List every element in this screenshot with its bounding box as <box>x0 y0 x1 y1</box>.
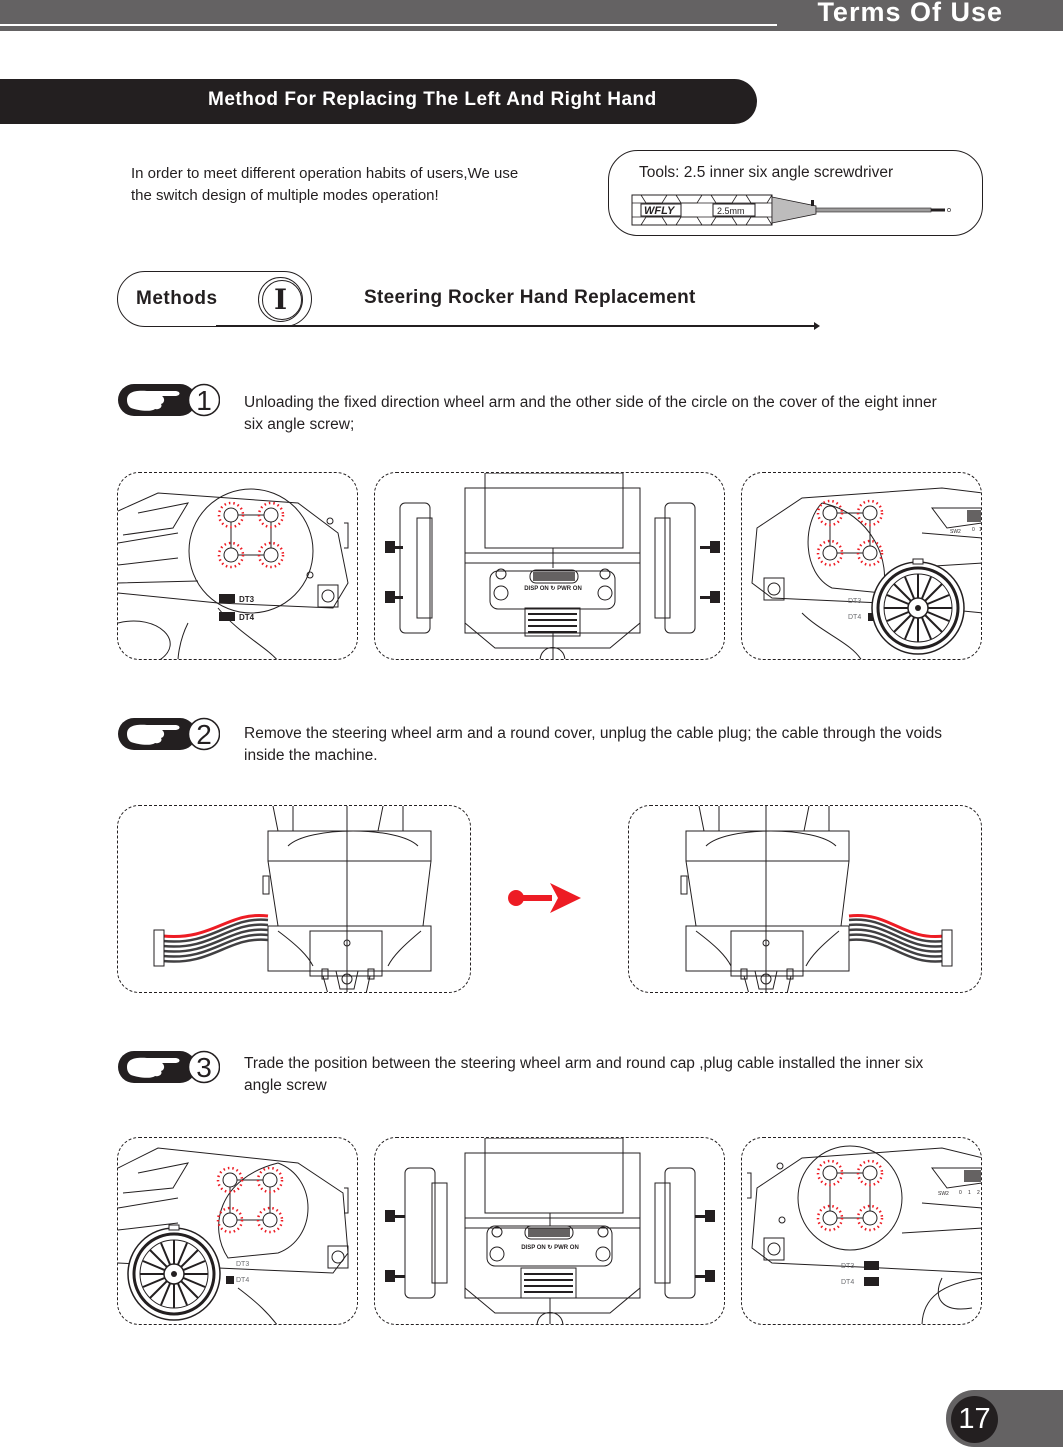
sw2-position-label: 0 <box>972 527 975 533</box>
disp-pwr-label: DISP ON ↻ PWR ON <box>524 585 582 592</box>
section-title: Terms Of Use <box>817 0 1003 27</box>
step-3-figure-right: SW2 0 1 2 DT3 DT4 <box>741 1137 982 1325</box>
red-arrow-icon <box>508 883 581 913</box>
methods-arrow <box>216 325 816 327</box>
cable-routing-after-illustration <box>680 806 953 992</box>
sw2-position-label: 1 <box>968 1190 971 1196</box>
dt3-label: DT3 <box>841 1263 854 1270</box>
screwdriver-size: 2.5mm <box>717 206 745 216</box>
step-2-badge: 2 <box>117 717 220 751</box>
sw2-position-label: 0 <box>959 1190 962 1196</box>
steering-wheel-illustration <box>127 1224 221 1321</box>
cable-routing-before-illustration <box>153 806 432 992</box>
step-3-badge: 3 <box>117 1050 220 1084</box>
page-title: Method For Replacing The Left And Right … <box>208 89 657 110</box>
step-1-number: 1 <box>196 385 212 416</box>
transmitter-front-view-illustration: DISP ON ↻ PWR ON <box>385 1138 715 1324</box>
dt3-label: DT3 <box>236 1261 249 1268</box>
step-1-figure-center: DISP ON ↻ PWR ON <box>374 472 725 660</box>
sw2-position-label: 2 <box>977 1190 980 1196</box>
dt4-label: DT4 <box>848 614 861 621</box>
dt3-label: DT3 <box>848 598 861 605</box>
methods-heading: Steering Rocker Hand Replacement <box>364 287 696 308</box>
screwdriver-brand: WFLY <box>644 205 676 217</box>
step-2-figure-before <box>117 805 471 993</box>
step-3-figure-center: DISP ON ↻ PWR ON <box>374 1137 725 1325</box>
transmitter-right-view-illustration: SW2 0 1 2 DT3 DT4 <box>747 1145 981 1324</box>
tools-label: Tools: 2.5 inner six angle screwdriver <box>639 164 894 181</box>
intro-text: In order to meet different operation hab… <box>131 165 519 204</box>
screwdriver-icon: WFLY 2.5mm <box>631 194 951 226</box>
dt4-label: DT4 <box>841 1279 854 1286</box>
methods-number: I <box>258 277 303 322</box>
transmitter-left-view-illustration: DT3 DT4 <box>118 488 349 659</box>
step-3-text: Trade the position between the steering … <box>244 1055 924 1094</box>
header-rule <box>0 24 777 26</box>
step-2-figure-after <box>628 805 982 993</box>
step-2-text: Remove the steering wheel arm and a roun… <box>244 725 942 764</box>
sw2-position-label: 1 <box>979 527 982 533</box>
sw2-label: SW2 <box>950 529 961 535</box>
step-3-number: 3 <box>196 1052 212 1083</box>
step-1-figure-right: SW2 0 1 DT3 DT4 <box>741 472 982 660</box>
transmitter-right-view-illustration: SW2 0 1 DT3 DT4 <box>751 487 982 659</box>
sw2-label: SW2 <box>938 1191 949 1197</box>
tools-box: Tools: 2.5 inner six angle screwdriver W… <box>608 150 983 236</box>
step-1-text: Unloading the fixed direction wheel arm … <box>244 394 937 433</box>
dt4-label: DT4 <box>236 1277 249 1284</box>
transmitter-front-view-illustration: DISP ON ↻ PWR ON <box>385 473 720 659</box>
step-1-badge: 1 <box>117 383 220 417</box>
step-2-number: 2 <box>196 719 212 750</box>
step-3-figure-left: DT3 DT4 <box>117 1137 358 1325</box>
steering-wheel-illustration <box>871 558 965 655</box>
transmitter-left-view-illustration: DT3 DT4 <box>118 1147 349 1324</box>
arrow-head-icon <box>814 322 820 330</box>
disp-pwr-label: DISP ON ↻ PWR ON <box>521 1244 579 1251</box>
page-number: 17 <box>951 1396 998 1443</box>
step-1-figure-left: DT3 DT4 <box>117 472 358 660</box>
dt3-label: DT3 <box>239 595 255 604</box>
methods-label: Methods <box>136 288 218 309</box>
dt4-label: DT4 <box>239 613 255 622</box>
